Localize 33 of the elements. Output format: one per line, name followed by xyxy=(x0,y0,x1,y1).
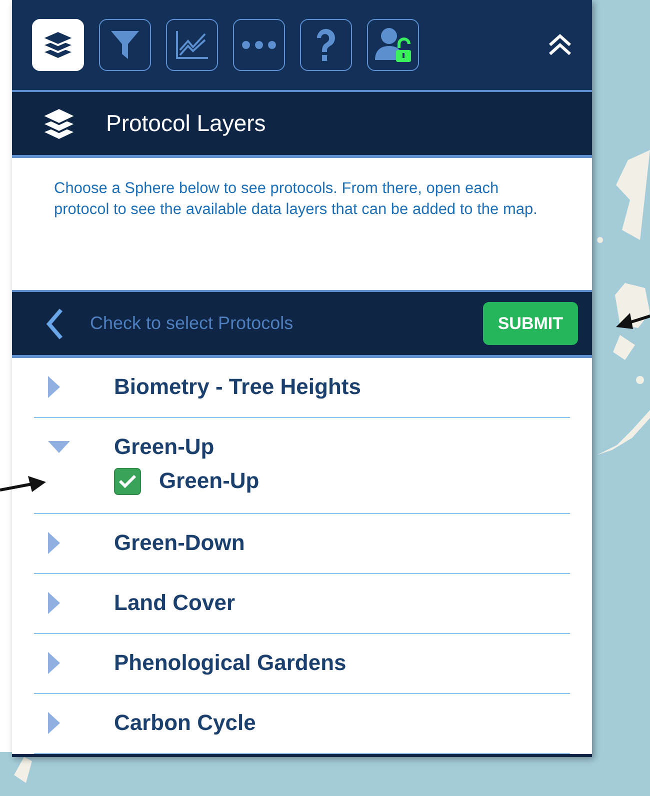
land-mass xyxy=(636,376,644,384)
checkbox[interactable] xyxy=(114,468,141,494)
checkmark-icon xyxy=(119,474,136,488)
description-text: Choose a Sphere below to see protocols. From there, open each protocol to see the available data layers that can be added to the map. xyxy=(53,179,538,220)
line-chart-icon xyxy=(175,30,209,60)
panel-title: Protocol Layers xyxy=(106,110,266,137)
protocol-label[interactable]: Phenological Gardens xyxy=(114,650,346,676)
protocol-label[interactable]: Land Cover xyxy=(114,590,236,616)
back-button[interactable] xyxy=(46,308,64,340)
user-unlocked-icon xyxy=(373,26,413,64)
caret-right-icon xyxy=(48,532,60,554)
protocol-label[interactable]: Green-Down xyxy=(114,530,245,556)
chevron-left-icon xyxy=(46,308,64,340)
land-mass xyxy=(597,237,603,243)
toolbar-button[interactable] xyxy=(367,19,419,71)
protocol-label[interactable]: Green-Up xyxy=(114,434,214,460)
help-icon xyxy=(314,28,338,62)
collapse-button[interactable] xyxy=(548,34,572,56)
filter-icon xyxy=(110,29,140,61)
caret-right-icon xyxy=(48,712,60,734)
caret-right-icon xyxy=(48,376,60,398)
land-mass xyxy=(613,335,635,360)
caret-down-icon xyxy=(48,441,70,453)
double-chevron-up-icon xyxy=(548,34,572,56)
caret-right-icon xyxy=(48,592,60,614)
protocol-label[interactable]: Carbon Cycle xyxy=(114,710,256,736)
land-mass xyxy=(14,757,32,783)
land-mass xyxy=(597,410,650,455)
layer-label[interactable]: Green-Up xyxy=(159,468,260,494)
caret-right-icon xyxy=(48,652,60,674)
hint-text: Check to select Protocols xyxy=(90,313,294,334)
protocol-label[interactable]: Biometry - Tree Heights xyxy=(114,374,361,400)
more-icon xyxy=(242,41,276,49)
